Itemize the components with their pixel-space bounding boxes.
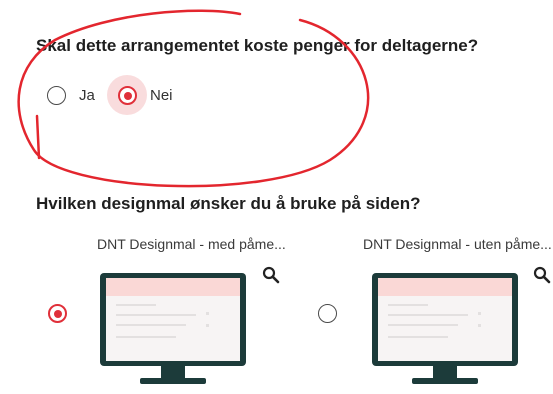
screen-line <box>388 314 468 316</box>
search-icon[interactable] <box>533 266 551 284</box>
screen-line <box>116 336 176 338</box>
monitor-screen <box>378 278 512 361</box>
screen-line <box>206 312 209 315</box>
monitor-base <box>140 378 206 384</box>
screen-line <box>478 324 481 327</box>
screen-line <box>206 324 209 327</box>
screen-line <box>388 304 428 306</box>
screen-line <box>116 314 196 316</box>
template-card-title-2: DNT Designmal - uten påme... <box>363 236 552 252</box>
monitor-screen <box>106 278 240 361</box>
screen-header <box>378 278 512 296</box>
screen-line <box>388 324 458 326</box>
screen-line <box>116 304 156 306</box>
screen-line <box>478 312 481 315</box>
template-radio-2[interactable] <box>318 304 337 323</box>
template-card-title-1: DNT Designmal - med påme... <box>97 236 286 252</box>
template-radio-1[interactable] <box>48 304 67 323</box>
screen-line <box>388 336 448 338</box>
monitor-preview-1[interactable] <box>100 273 246 384</box>
screen-line <box>116 324 186 326</box>
question-title-template: Hvilken designmal ønsker du å bruke på s… <box>36 194 421 213</box>
monitor-preview-2[interactable] <box>372 273 518 384</box>
monitor-base <box>412 378 478 384</box>
search-icon[interactable] <box>262 266 280 284</box>
screen-header <box>106 278 240 296</box>
